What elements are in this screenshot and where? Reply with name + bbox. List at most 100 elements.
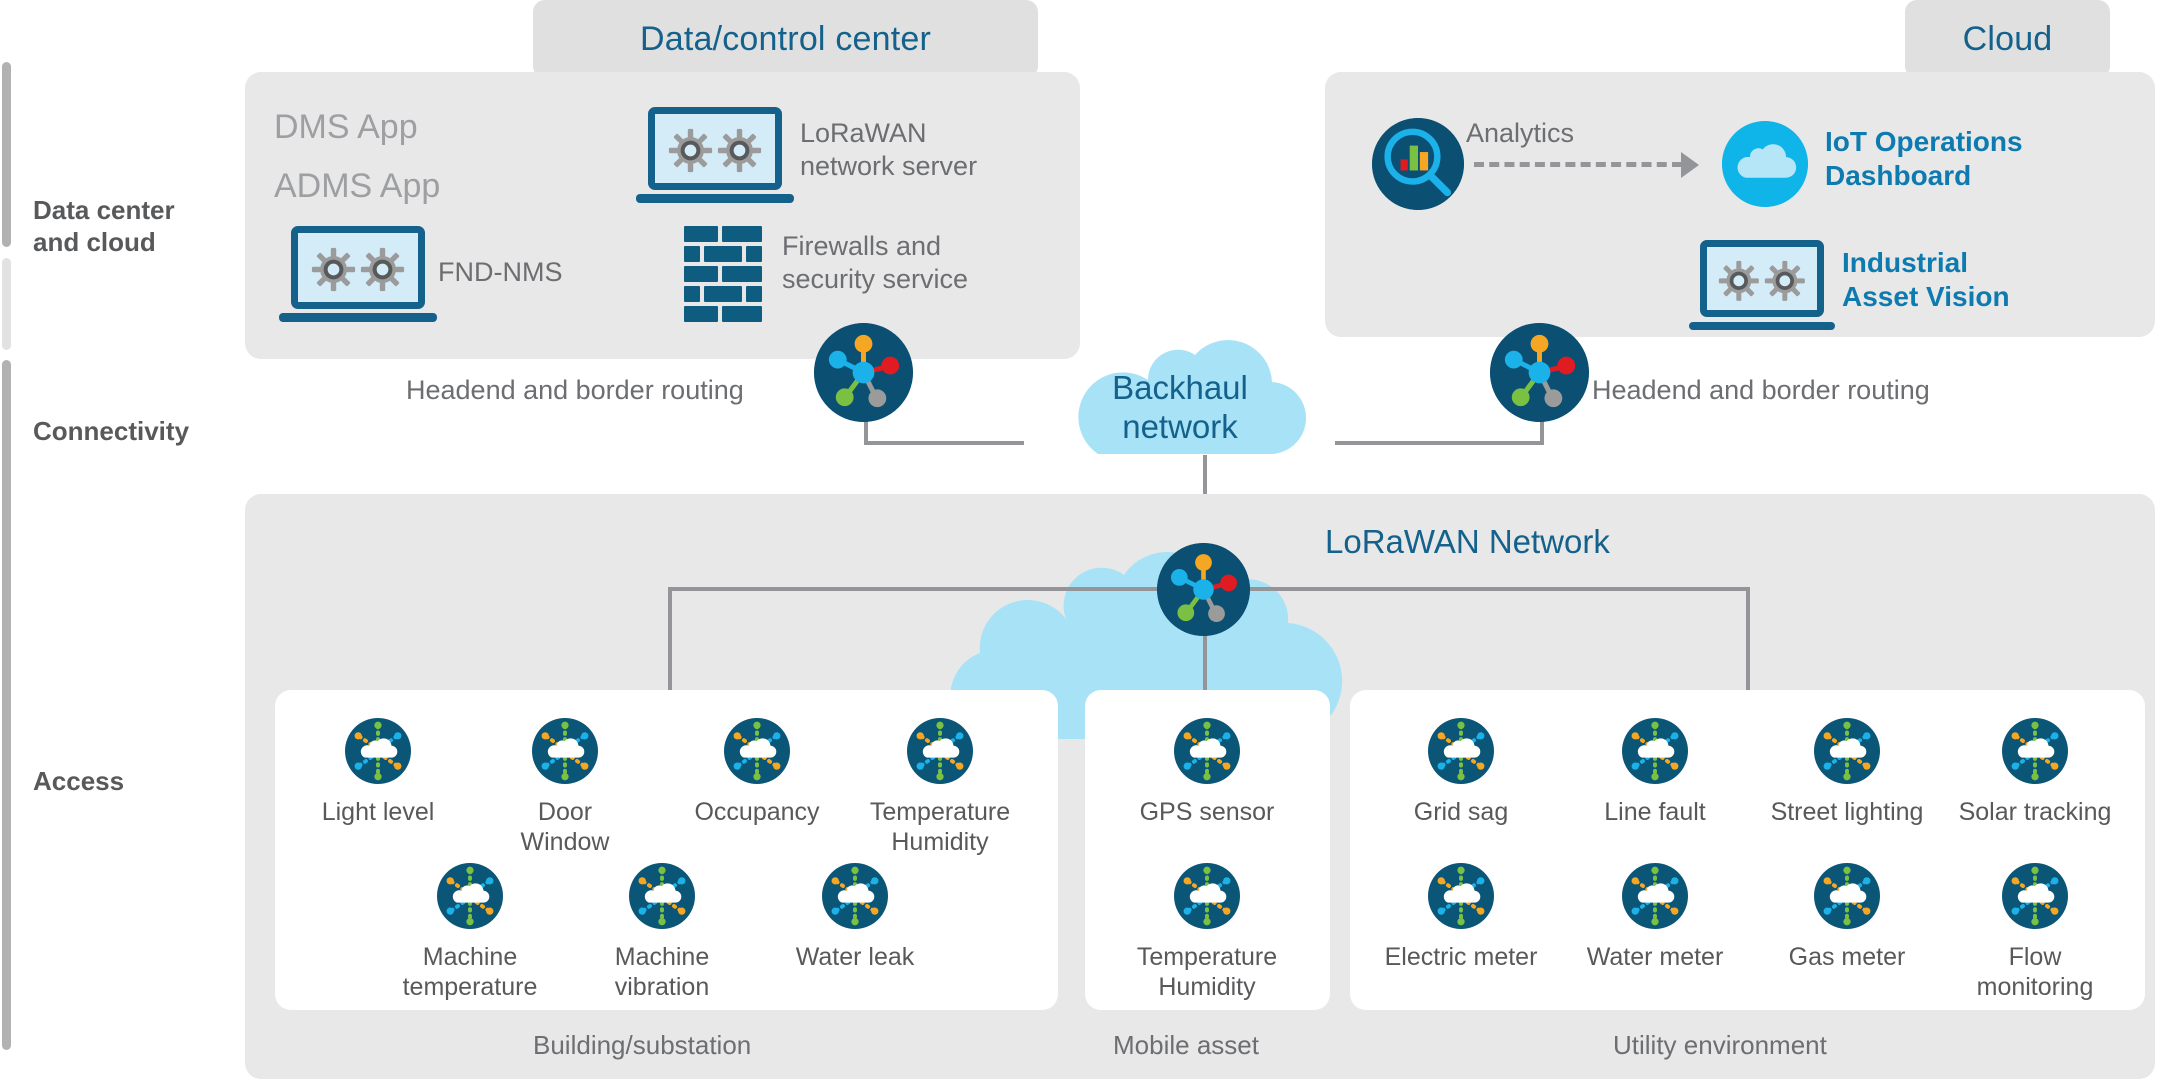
tier-label-data-center-line1: Data center: [33, 195, 175, 225]
analytics-magnifier-icon: [1372, 118, 1464, 210]
sensor-label-line1: Door: [537, 798, 593, 826]
laptop-base: [635, 194, 795, 203]
sensor-label: Water leak: [760, 942, 950, 972]
sensor-icon: [1428, 863, 1494, 929]
sensor-icon: [1174, 863, 1240, 929]
sensor-icon: [2002, 863, 2068, 929]
sensor-solar-tracking: Solar tracking: [1940, 718, 2130, 827]
brick: [684, 226, 718, 242]
brick: [745, 286, 762, 302]
sensor-icon: [822, 863, 888, 929]
brick-row: [684, 226, 762, 242]
sensor-label-line1: GPS sensor: [1139, 798, 1275, 826]
label-dms-app: DMS App: [274, 108, 418, 146]
brick: [721, 306, 762, 322]
sensor-line-fault: Line fault: [1560, 718, 1750, 827]
tier-label-connectivity: Connectivity: [33, 416, 190, 446]
sensor-icon: [1428, 718, 1494, 784]
firewall-brick-icon: [684, 226, 762, 322]
sensor-label-line1: Solar tracking: [1958, 798, 2112, 826]
gear-icon: [361, 247, 405, 291]
sensor-water-meter: Water meter: [1560, 863, 1750, 972]
label-iot-ops-line2: Dashboard: [1825, 160, 1972, 191]
sensor-flow-monitoring: Flow monitoring: [1940, 863, 2130, 1002]
gear-icon: [668, 128, 712, 172]
gear-pair: [1710, 253, 1814, 309]
label-iot-operations-dashboard: IoT Operations Dashboard: [1825, 125, 2023, 193]
sensor-icon: [345, 718, 411, 784]
sensor-label-line1: Gas meter: [1788, 943, 1906, 971]
sensor-label-line2: Humidity: [1158, 973, 1256, 1001]
access-drop-right: [1746, 587, 1750, 694]
brick-row: [684, 246, 762, 262]
brick: [721, 266, 762, 282]
sensor-machine-temperature: Machine temperature: [375, 863, 565, 1002]
sensor-label-line1: Temperature: [869, 798, 1011, 826]
sensor-icon: [629, 863, 695, 929]
brick-row: [684, 266, 762, 282]
sensor-label: Solar tracking: [1940, 797, 2130, 827]
brick: [704, 286, 742, 302]
sensor-icon: [2002, 718, 2068, 784]
label-lorawan-line1: LoRaWAN: [800, 118, 927, 148]
sensor-label-line1: Grid sag: [1413, 798, 1509, 826]
sensor-label: Occupancy: [662, 797, 852, 827]
label-firewalls-line1: Firewalls and: [782, 231, 942, 261]
sensor-electric-meter: Electric meter: [1366, 863, 1556, 972]
label-industrial-asset-vision: Industrial Asset Vision: [1842, 246, 2010, 314]
arrow-head-icon: [1681, 152, 1699, 178]
sensor-temperature-humidity-building: Temperature Humidity: [845, 718, 1035, 857]
sensor-label: Water meter: [1560, 942, 1750, 972]
sensor-label: GPS sensor: [1112, 797, 1302, 827]
gear-pair: [302, 239, 415, 299]
brick: [721, 226, 762, 242]
sensor-label-line2: Window: [520, 828, 610, 856]
label-iav-line2: Asset Vision: [1842, 281, 2010, 312]
sensor-label: Street lighting: [1752, 797, 1942, 827]
sensor-label-line1: Flow: [2008, 943, 2062, 971]
group-caption-mobile-asset: Mobile asset: [1113, 1030, 1259, 1060]
sensor-label-line1: Occupancy: [694, 798, 820, 826]
connector-right-router-horizontal: [1335, 441, 1544, 445]
label-iot-ops-line1: IoT Operations: [1825, 126, 2023, 157]
sensor-label: Machine temperature: [375, 942, 565, 1002]
backhaul-line1: Backhaul: [1112, 369, 1248, 406]
sensor-label-line1: Water meter: [1586, 943, 1724, 971]
analytics-to-dashboard-arrow: [1474, 162, 1682, 167]
sensor-icon: [532, 718, 598, 784]
sensor-icon: [1622, 718, 1688, 784]
sensor-temperature-humidity-mobile: Temperature Humidity: [1112, 863, 1302, 1002]
sensor-icon: [1622, 863, 1688, 929]
sensor-icon: [1814, 718, 1880, 784]
group-caption-building-substation: Building/substation: [533, 1030, 752, 1060]
gear-icon: [718, 128, 762, 172]
sensor-street-lighting: Street lighting: [1752, 718, 1942, 827]
sensor-label: Line fault: [1560, 797, 1750, 827]
gear-icon: [1764, 260, 1805, 301]
label-analytics: Analytics: [1466, 118, 1575, 148]
sensor-label-line1: Machine: [422, 943, 518, 971]
sensor-label: Gas meter: [1752, 942, 1942, 972]
tab-data-control-center: Data/control center: [533, 0, 1038, 78]
router-node-icon-right: [1490, 323, 1589, 422]
router-node-icon-left: [814, 323, 913, 422]
label-lorawan-network: LoRaWAN Network: [1325, 523, 1610, 560]
tier-label-data-center: Data center and cloud: [33, 194, 175, 258]
sensor-label: Temperature Humidity: [1112, 942, 1302, 1002]
label-fnd-nms: FND-NMS: [438, 257, 563, 287]
sensor-label: Light level: [283, 797, 473, 827]
tier-rail-connectivity: [2, 258, 11, 350]
backhaul-line2: network: [1122, 408, 1238, 445]
sensor-label: Grid sag: [1366, 797, 1556, 827]
sensor-icon: [437, 863, 503, 929]
label-adms-app: ADMS App: [274, 167, 441, 205]
group-caption-utility-environment: Utility environment: [1613, 1030, 1827, 1060]
tier-rail-data-center: [2, 62, 11, 247]
brick: [684, 306, 718, 322]
brick: [704, 246, 742, 262]
brick: [684, 246, 701, 262]
tier-rail-access: [2, 360, 11, 1050]
tab-cloud: Cloud: [1905, 0, 2110, 78]
tier-label-access: Access: [33, 766, 125, 796]
tab-data-control-center-label: Data/control center: [639, 19, 932, 58]
